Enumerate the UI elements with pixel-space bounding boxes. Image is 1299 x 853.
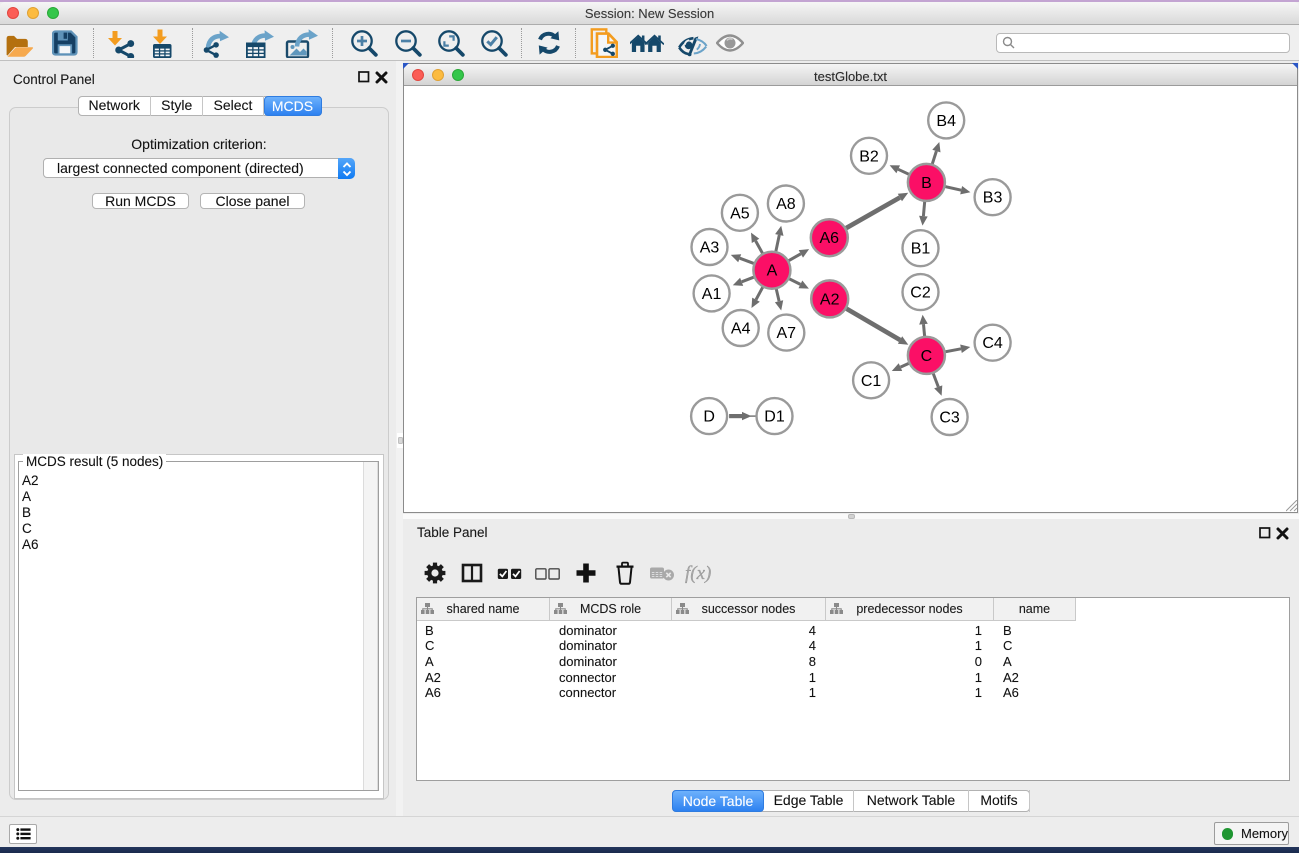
svg-text:C: C <box>921 348 933 365</box>
svg-text:D: D <box>703 409 715 426</box>
svg-text:A1: A1 <box>702 286 722 303</box>
svg-text:D1: D1 <box>764 409 785 426</box>
svg-text:A7: A7 <box>777 325 797 342</box>
svg-text:B: B <box>921 175 932 192</box>
svg-text:B4: B4 <box>936 113 956 130</box>
svg-text:C3: C3 <box>939 410 960 427</box>
svg-text:A3: A3 <box>700 240 720 257</box>
svg-text:A6: A6 <box>820 230 840 247</box>
svg-text:A4: A4 <box>731 321 751 338</box>
svg-text:B3: B3 <box>983 190 1003 207</box>
svg-text:C2: C2 <box>910 285 931 302</box>
svg-text:A2: A2 <box>820 291 840 308</box>
svg-text:C1: C1 <box>861 373 882 390</box>
svg-text:A5: A5 <box>730 205 750 222</box>
svg-text:B1: B1 <box>911 241 931 258</box>
svg-text:C4: C4 <box>982 335 1003 352</box>
svg-text:A: A <box>767 263 778 280</box>
svg-text:B2: B2 <box>859 148 879 165</box>
svg-text:A8: A8 <box>776 196 796 213</box>
